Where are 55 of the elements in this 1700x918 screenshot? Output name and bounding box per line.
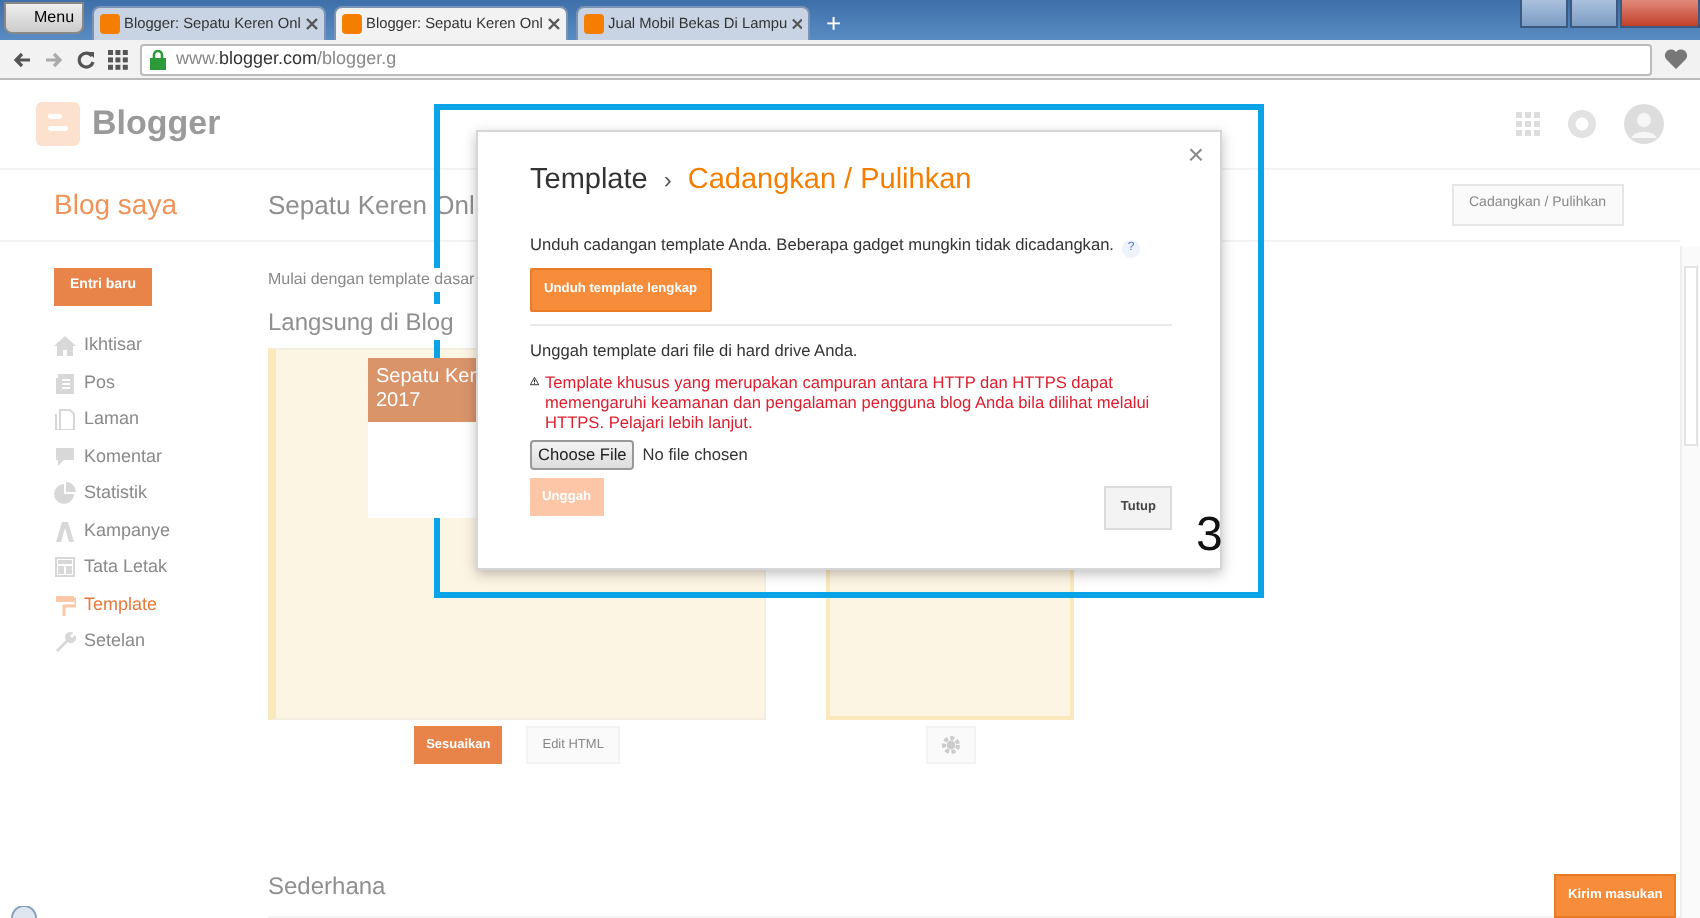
url-text: www.blogger.com/blogger.g <box>176 45 397 72</box>
close-icon[interactable] <box>306 18 319 30</box>
sidebar-item[interactable]: Tata Letak <box>54 549 268 586</box>
new-tab-button[interactable]: + <box>826 8 842 40</box>
blogger-logo-icon <box>36 102 80 146</box>
forward-icon[interactable] <box>44 49 64 69</box>
file-status: No file chosen <box>642 442 748 468</box>
house-icon <box>54 334 76 357</box>
close-button[interactable]: × <box>1187 140 1204 168</box>
maximize-button[interactable] <box>1570 0 1618 28</box>
speech-bubble-icon <box>54 445 76 468</box>
heart-icon[interactable] <box>1664 48 1688 70</box>
sidebar-item[interactable]: Statistik <box>54 475 268 512</box>
upload-description: Unggah template dari file di hard drive Anda. <box>530 337 860 363</box>
sidebar-item[interactable]: Setelan <box>54 623 268 660</box>
warning-icon <box>530 372 540 391</box>
sidebar-item[interactable]: Pos <box>54 364 268 401</box>
sidebar-item[interactable]: Ikhtisar <box>54 327 268 364</box>
dialog-subtitle: Cadangkan / Pulihkan <box>687 162 972 200</box>
back-icon[interactable] <box>12 49 32 69</box>
sidebar-item[interactable]: Laman <box>54 401 268 438</box>
reload-icon[interactable] <box>76 49 96 69</box>
close-icon[interactable] <box>791 18 803 30</box>
blogger-icon <box>100 14 121 34</box>
wrench-icon <box>54 630 76 653</box>
blogger-icon <box>584 14 605 34</box>
dialog-title: Template <box>530 162 648 200</box>
close-window-button[interactable] <box>1620 0 1700 28</box>
menu-button[interactable]: Menu <box>4 2 85 34</box>
intro-text: Mulai dengan template dasar <box>268 268 475 292</box>
choose-file-button[interactable]: Choose File <box>530 440 635 470</box>
section-heading: Langsung di Blog <box>268 303 454 339</box>
scrollbar[interactable] <box>1680 246 1700 918</box>
paint-roller-icon <box>54 593 76 616</box>
globe-icon <box>10 906 38 918</box>
breadcrumb-separator: › <box>663 164 672 198</box>
blogger-icon <box>342 14 363 34</box>
logo-text: Blogger <box>92 102 221 147</box>
sidebar-item[interactable]: Template <box>54 586 268 623</box>
page-icon <box>54 408 76 431</box>
close-icon[interactable] <box>548 18 561 30</box>
blog-list-link[interactable]: Blog saya <box>54 188 177 220</box>
lock-icon <box>150 49 166 69</box>
sidebar-item[interactable]: Kampanye <box>54 512 268 549</box>
sidebar-item[interactable]: Komentar <box>54 438 268 475</box>
letter-a-icon <box>54 519 76 542</box>
document-icon <box>54 371 76 394</box>
download-description: Unduh cadangan template Anda. Beberapa gadget mungkin tidak dicadangkan. <box>530 233 1114 254</box>
step-number: 3 <box>1196 512 1223 560</box>
address-bar[interactable]: www.blogger.com/blogger.g <box>140 43 1652 75</box>
apps-grid-icon[interactable] <box>108 49 128 69</box>
settings-icon <box>939 733 961 756</box>
minimize-button[interactable] <box>1520 0 1568 28</box>
layout-icon <box>54 556 76 579</box>
pie-chart-icon <box>54 482 76 505</box>
